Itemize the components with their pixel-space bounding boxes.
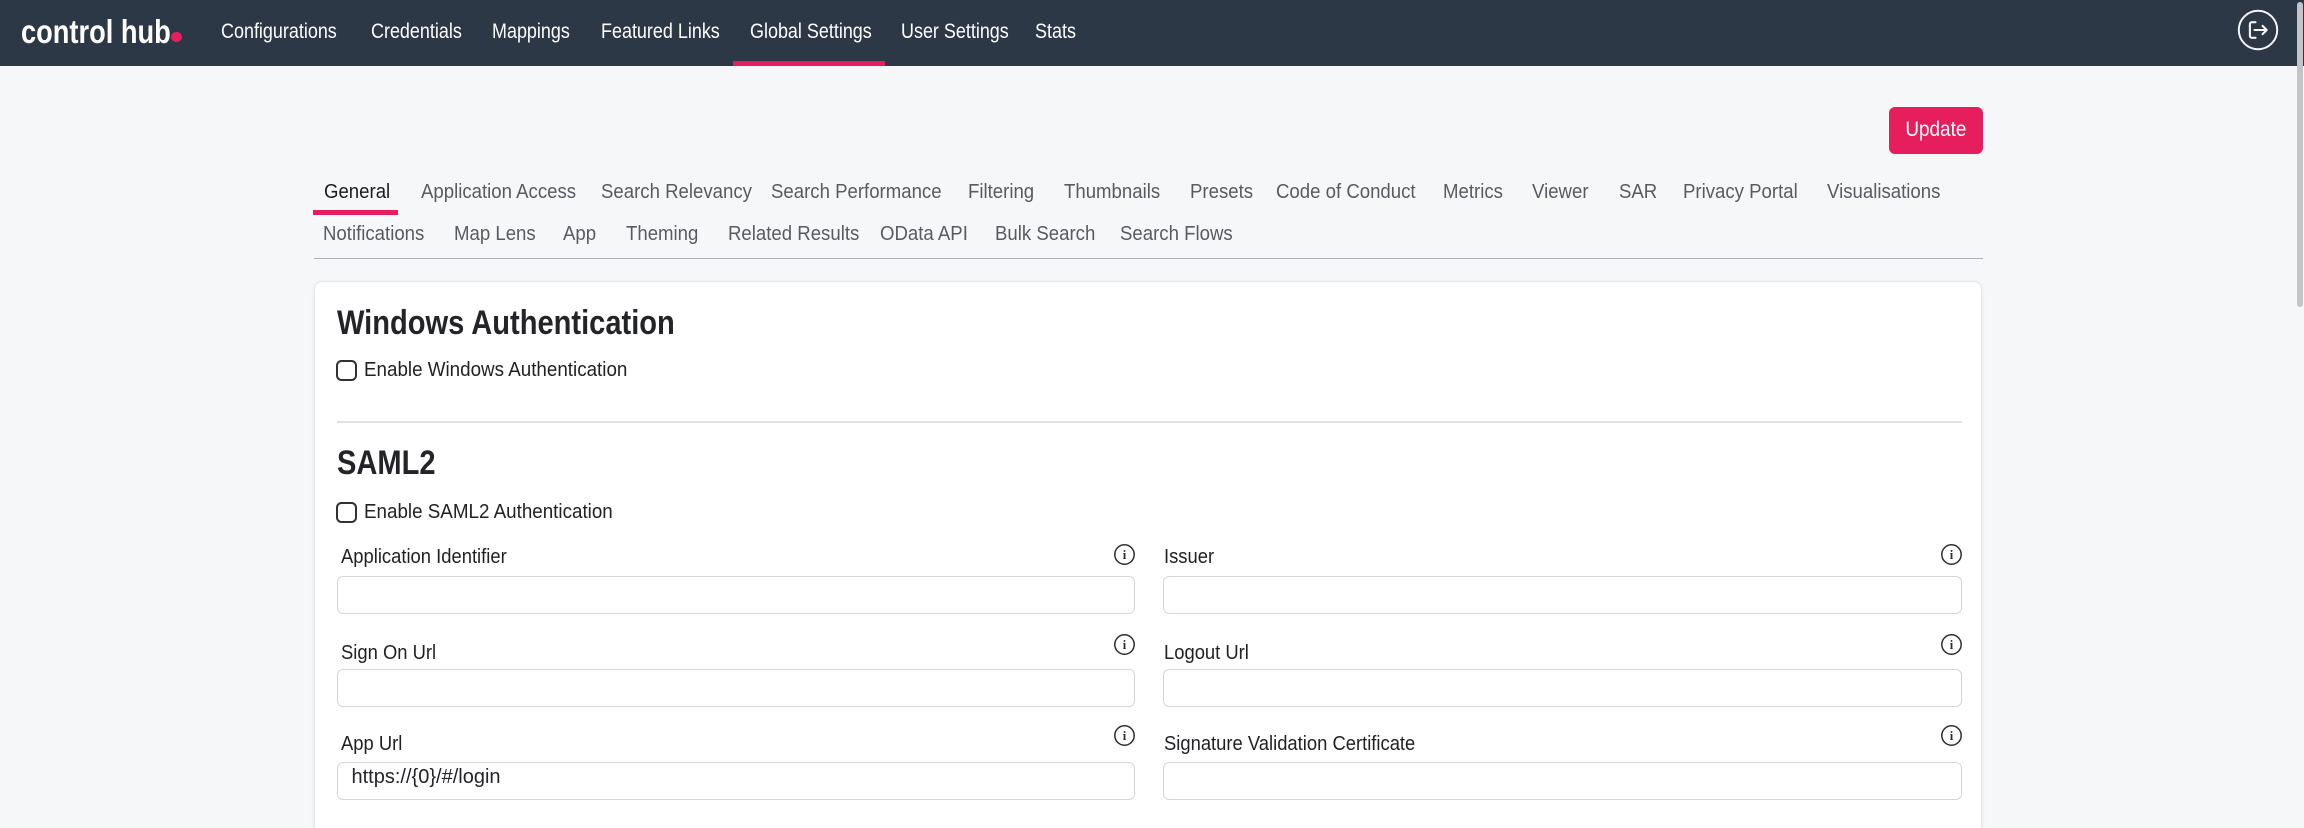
- svg-text:i: i: [1950, 548, 1954, 562]
- svg-text:i: i: [1950, 729, 1954, 743]
- svg-text:i: i: [1123, 548, 1127, 562]
- svg-text:i: i: [1123, 729, 1127, 743]
- svg-text:i: i: [1950, 638, 1954, 652]
- svg-text:i: i: [1123, 638, 1127, 652]
